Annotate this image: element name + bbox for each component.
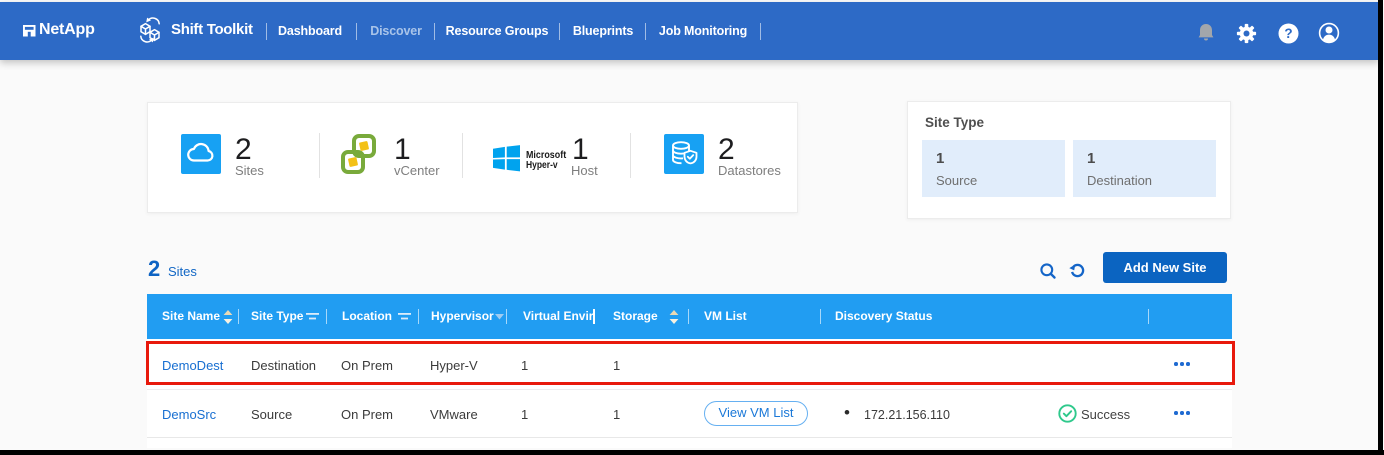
svg-text:?: ? bbox=[1284, 26, 1292, 41]
